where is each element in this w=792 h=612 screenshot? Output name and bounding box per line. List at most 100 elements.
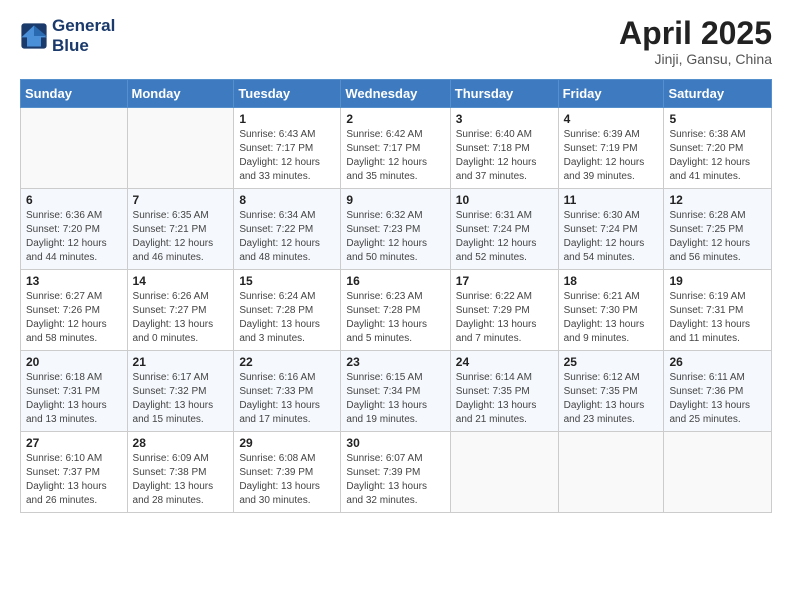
day-info: Sunrise: 6:35 AMSunset: 7:21 PMDaylight:… [133,209,229,265]
day-info: Sunrise: 6:34 AMSunset: 7:22 PMDaylight:… [239,209,335,265]
day-number: 1 [239,112,335,126]
day-info: Sunrise: 6:26 AMSunset: 7:27 PMDaylight:… [133,290,229,346]
day-number: 27 [26,436,122,450]
calendar-cell: 26 Sunrise: 6:11 AMSunset: 7:36 PMDayligh… [664,351,772,432]
calendar-cell: 30 Sunrise: 6:07 AMSunset: 7:39 PMDayligh… [341,432,450,513]
day-number: 2 [346,112,444,126]
day-info: Sunrise: 6:09 AMSunset: 7:38 PMDaylight:… [133,452,229,508]
day-header-saturday: Saturday [664,80,772,108]
logo-icon [20,22,48,50]
calendar-cell: 4Sunrise: 6:39 AMSunset: 7:19 PMDaylight… [558,108,664,189]
header: General Blue April 2025 Jinji, Gansu, Ch… [20,16,772,67]
day-info: Sunrise: 6:17 AMSunset: 7:32 PMDaylight:… [133,371,229,427]
day-info: Sunrise: 6:32 AMSunset: 7:23 PMDaylight:… [346,209,444,265]
day-number: 22 [239,355,335,369]
day-info: Sunrise: 6:07 AMSunset: 7:39 PMDaylight:… [346,452,444,508]
calendar-cell: 17Sunrise: 6:22 AMSunset: 7:29 PMDayligh… [450,270,558,351]
day-number: 24 [456,355,553,369]
calendar-cell: 5 Sunrise: 6:38 AMSunset: 7:20 PMDaylight… [664,108,772,189]
day-header-friday: Friday [558,80,664,108]
week-row-2: 6 Sunrise: 6:36 AMSunset: 7:20 PMDaylight… [21,189,772,270]
day-info: Sunrise: 6:14 AMSunset: 7:35 PMDaylight:… [456,371,553,427]
logo-line1: General [52,16,115,36]
location: Jinji, Gansu, China [619,51,772,67]
day-number: 5 [669,112,766,126]
logo-text-block: General Blue [52,16,115,55]
day-info: Sunrise: 6:31 AMSunset: 7:24 PMDaylight:… [456,209,553,265]
calendar-cell: 11 Sunrise: 6:30 AMSunset: 7:24 PMDayligh… [558,189,664,270]
calendar-table: SundayMondayTuesdayWednesdayThursdayFrid… [20,79,772,513]
day-info: Sunrise: 6:11 AMSunset: 7:36 PMDaylight:… [669,371,766,427]
day-number: 6 [26,193,122,207]
day-info: Sunrise: 6:12 AMSunset: 7:35 PMDaylight:… [564,371,659,427]
day-number: 15 [239,274,335,288]
calendar-cell: 9 Sunrise: 6:32 AMSunset: 7:23 PMDaylight… [341,189,450,270]
calendar-cell: 2 Sunrise: 6:42 AMSunset: 7:17 PMDaylight… [341,108,450,189]
logo-line2: Blue [52,36,115,56]
calendar-cell: 10Sunrise: 6:31 AMSunset: 7:24 PMDayligh… [450,189,558,270]
day-info: Sunrise: 6:18 AMSunset: 7:31 PMDaylight:… [26,371,122,427]
day-number: 28 [133,436,229,450]
day-number: 25 [564,355,659,369]
day-number: 16 [346,274,444,288]
day-info: Sunrise: 6:28 AMSunset: 7:25 PMDaylight:… [669,209,766,265]
day-number: 9 [346,193,444,207]
calendar-cell [127,108,234,189]
calendar-cell: 15 Sunrise: 6:24 AMSunset: 7:28 PMDayligh… [234,270,341,351]
calendar-cell [664,432,772,513]
day-number: 30 [346,436,444,450]
calendar-cell: 25 Sunrise: 6:12 AMSunset: 7:35 PMDayligh… [558,351,664,432]
calendar-cell: 18Sunrise: 6:21 AMSunset: 7:30 PMDayligh… [558,270,664,351]
calendar-cell: 3Sunrise: 6:40 AMSunset: 7:18 PMDaylight… [450,108,558,189]
day-info: Sunrise: 6:19 AMSunset: 7:31 PMDaylight:… [669,290,766,346]
day-info: Sunrise: 6:36 AMSunset: 7:20 PMDaylight:… [26,209,122,265]
day-info: Sunrise: 6:40 AMSunset: 7:18 PMDaylight:… [456,128,553,184]
calendar-cell: 29 Sunrise: 6:08 AMSunset: 7:39 PMDayligh… [234,432,341,513]
calendar-cell: 12Sunrise: 6:28 AMSunset: 7:25 PMDayligh… [664,189,772,270]
day-header-wednesday: Wednesday [341,80,450,108]
calendar-cell: 24 Sunrise: 6:14 AMSunset: 7:35 PMDayligh… [450,351,558,432]
day-number: 19 [669,274,766,288]
calendar-cell [450,432,558,513]
day-number: 20 [26,355,122,369]
calendar-cell: 21 Sunrise: 6:17 AMSunset: 7:32 PMDayligh… [127,351,234,432]
day-info: Sunrise: 6:38 AMSunset: 7:20 PMDaylight:… [669,128,766,184]
week-row-5: 27 Sunrise: 6:10 AMSunset: 7:37 PMDayligh… [21,432,772,513]
day-info: Sunrise: 6:24 AMSunset: 7:28 PMDaylight:… [239,290,335,346]
day-number: 14 [133,274,229,288]
day-info: Sunrise: 6:15 AMSunset: 7:34 PMDaylight:… [346,371,444,427]
day-info: Sunrise: 6:39 AMSunset: 7:19 PMDaylight:… [564,128,659,184]
calendar-cell: 23 Sunrise: 6:15 AMSunset: 7:34 PMDayligh… [341,351,450,432]
calendar-cell: 19 Sunrise: 6:19 AMSunset: 7:31 PMDayligh… [664,270,772,351]
day-number: 29 [239,436,335,450]
week-row-4: 20 Sunrise: 6:18 AMSunset: 7:31 PMDayligh… [21,351,772,432]
day-info: Sunrise: 6:16 AMSunset: 7:33 PMDaylight:… [239,371,335,427]
day-number: 21 [133,355,229,369]
day-number: 8 [239,193,335,207]
day-info: Sunrise: 6:08 AMSunset: 7:39 PMDaylight:… [239,452,335,508]
day-info: Sunrise: 6:30 AMSunset: 7:24 PMDaylight:… [564,209,659,265]
day-number: 18 [564,274,659,288]
calendar-cell: 20 Sunrise: 6:18 AMSunset: 7:31 PMDayligh… [21,351,128,432]
calendar-cell: 27 Sunrise: 6:10 AMSunset: 7:37 PMDayligh… [21,432,128,513]
logo: General Blue [20,16,115,55]
calendar-cell: 16Sunrise: 6:23 AMSunset: 7:28 PMDayligh… [341,270,450,351]
page: General Blue April 2025 Jinji, Gansu, Ch… [0,0,792,612]
day-number: 7 [133,193,229,207]
day-number: 17 [456,274,553,288]
day-info: Sunrise: 6:42 AMSunset: 7:17 PMDaylight:… [346,128,444,184]
calendar-cell: 13 Sunrise: 6:27 AMSunset: 7:26 PMDayligh… [21,270,128,351]
day-number: 11 [564,193,659,207]
day-info: Sunrise: 6:27 AMSunset: 7:26 PMDaylight:… [26,290,122,346]
day-number: 23 [346,355,444,369]
day-header-tuesday: Tuesday [234,80,341,108]
calendar-cell [558,432,664,513]
calendar-cell: 6 Sunrise: 6:36 AMSunset: 7:20 PMDaylight… [21,189,128,270]
title-block: April 2025 Jinji, Gansu, China [619,16,772,67]
day-number: 26 [669,355,766,369]
day-number: 13 [26,274,122,288]
day-header-sunday: Sunday [21,80,128,108]
day-info: Sunrise: 6:43 AMSunset: 7:17 PMDaylight:… [239,128,335,184]
day-info: Sunrise: 6:10 AMSunset: 7:37 PMDaylight:… [26,452,122,508]
calendar-cell: 22 Sunrise: 6:16 AMSunset: 7:33 PMDayligh… [234,351,341,432]
